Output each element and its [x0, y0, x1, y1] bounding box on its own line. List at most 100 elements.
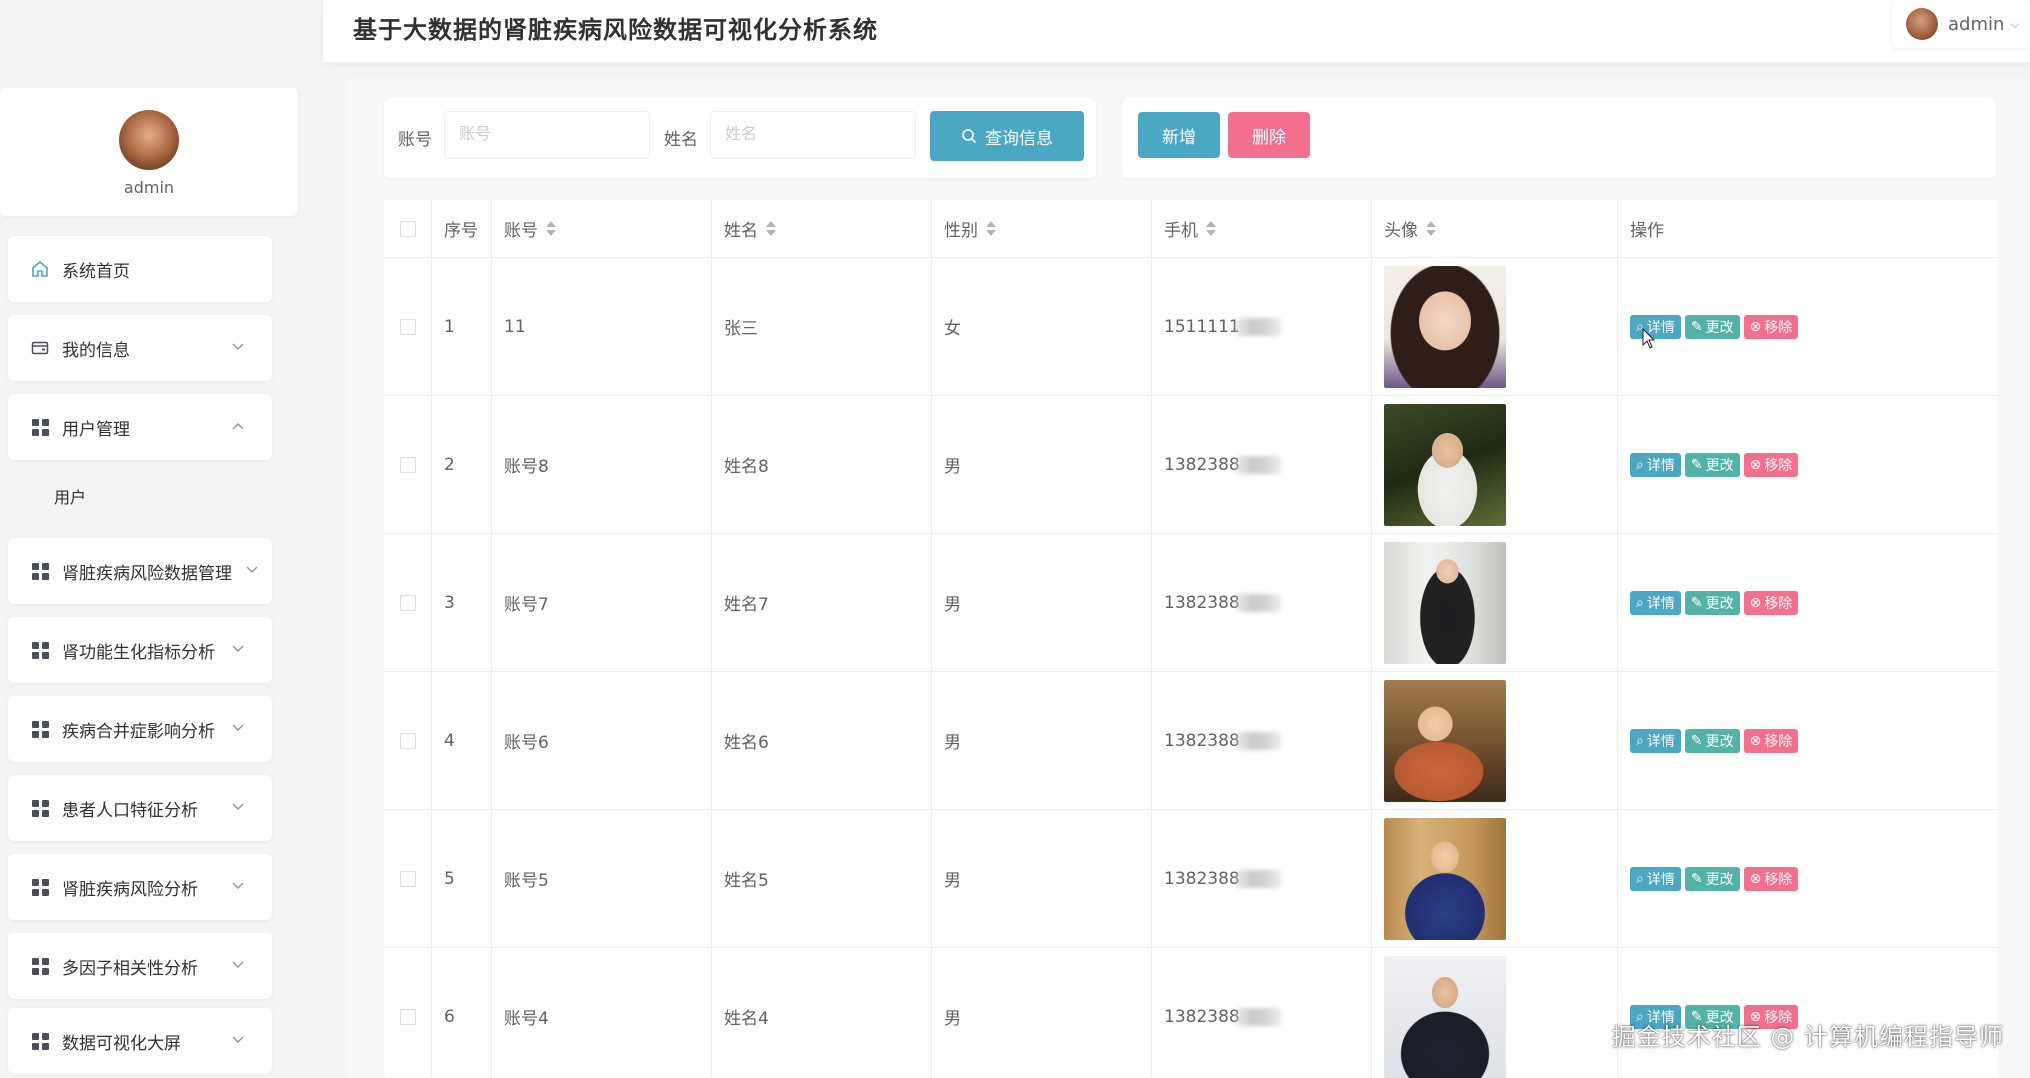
chevron-down-icon [228, 639, 248, 659]
sidebar-item-label: 数据可视化大屏 [62, 1033, 181, 1054]
profile-name: admin [123, 178, 175, 197]
row-phone-cell: 1382388 [1152, 948, 1372, 1078]
select-all-checkbox[interactable] [399, 220, 416, 237]
action-bar: 新增 删除 [1122, 98, 1996, 178]
sidebar-item-risk-data-mgmt[interactable]: 肾脏疾病风险数据管理 [8, 538, 272, 604]
profile-avatar [119, 110, 179, 170]
edit-icon: ✎ [1690, 870, 1703, 887]
phone-redaction [1233, 317, 1282, 336]
column-header-avatar[interactable]: 头像 [1372, 200, 1618, 257]
row-avatar-cell [1372, 672, 1618, 809]
user-photo [1384, 817, 1506, 940]
sidebar-item-label: 我的信息 [62, 340, 130, 361]
sort-icon[interactable] [766, 221, 776, 236]
column-header-phone[interactable]: 手机 [1152, 200, 1372, 257]
edit-button[interactable]: ✎ 更改 [1684, 452, 1740, 477]
grid-icon [30, 956, 50, 976]
row-ops: ⌕ 详情 ✎ 更改 ⊗ 移除 [1618, 534, 1998, 671]
view-detail-button[interactable]: ⌕ 详情 [1630, 590, 1681, 615]
row-select-cell [384, 810, 432, 947]
row-ops: ⌕ 详情 ✎ 更改 ⊗ 移除 [1618, 810, 1998, 947]
delete-button[interactable]: 删除 [1228, 112, 1310, 158]
row-phone-cell: 1382388 [1152, 810, 1372, 947]
query-button-label: 查询信息 [985, 128, 1053, 149]
row-phone-cell: 1382388 [1152, 534, 1372, 671]
user-menu[interactable]: admin ⌵ [1892, 0, 2030, 48]
watermark: 掘金技术社区 @ 计算机编程指导师 [1611, 1023, 2004, 1051]
sort-icon[interactable] [1206, 221, 1216, 236]
sidebar-item-correlation[interactable]: 多因子相关性分析 [8, 933, 272, 999]
phone-redaction [1233, 1007, 1282, 1026]
row-gender: 男 [932, 396, 1152, 533]
column-header-account[interactable]: 账号 [492, 200, 712, 257]
edit-button[interactable]: ✎ 更改 [1684, 314, 1740, 339]
sidebar-item-renal-biochem[interactable]: 肾功能生化指标分析 [8, 617, 272, 683]
user-photo [1384, 403, 1506, 526]
remove-button[interactable]: ⊗ 移除 [1743, 590, 1799, 615]
row-checkbox[interactable] [399, 732, 416, 749]
close-circle-icon: ⊗ [1749, 732, 1762, 749]
sidebar-item-user-mgmt[interactable]: 用户管理 [8, 394, 272, 460]
close-circle-icon: ⊗ [1749, 456, 1762, 473]
view-detail-label: 详情 [1646, 595, 1675, 612]
edit-label: 更改 [1705, 319, 1734, 336]
sidebar-item-my-info[interactable]: 我的信息 [8, 315, 272, 381]
remove-label: 移除 [1764, 733, 1793, 750]
sidebar-item-label: 肾脏疾病风险分析 [62, 879, 198, 900]
row-checkbox[interactable] [399, 456, 416, 473]
row-checkbox[interactable] [399, 318, 416, 335]
row-name: 姓名4 [712, 948, 932, 1078]
row-ops: ⌕ 详情 ✎ 更改 ⊗ 移除 [1618, 258, 1998, 395]
sort-icon[interactable] [1426, 221, 1436, 236]
row-phone: 1382388 [1164, 1006, 1240, 1027]
sidebar-subitem-user[interactable]: 用户 [8, 468, 272, 524]
remove-button[interactable]: ⊗ 移除 [1743, 728, 1799, 753]
chevron-down-icon [242, 560, 262, 580]
sidebar-item-risk-analysis[interactable]: 肾脏疾病风险分析 [8, 854, 272, 920]
grid-icon [30, 798, 50, 818]
remove-button[interactable]: ⊗ 移除 [1743, 866, 1799, 891]
row-index: 5 [432, 810, 492, 947]
phone-redaction [1233, 455, 1282, 474]
edit-button[interactable]: ✎ 更改 [1684, 590, 1740, 615]
page-title: 基于大数据的肾脏疾病风险数据可视化分析系统 [353, 16, 878, 44]
edit-icon: ✎ [1690, 456, 1703, 473]
row-account: 账号4 [492, 948, 712, 1078]
column-header-name[interactable]: 姓名 [712, 200, 932, 257]
add-button[interactable]: 新增 [1138, 112, 1220, 158]
row-index: 3 [432, 534, 492, 671]
sidebar-item-comorbidity[interactable]: 疾病合并症影响分析 [8, 696, 272, 762]
sidebar-item-home[interactable]: 系统首页 [8, 236, 272, 302]
row-phone: 1382388 [1164, 592, 1240, 613]
column-header-gender[interactable]: 性别 [932, 200, 1152, 257]
remove-button[interactable]: ⊗ 移除 [1743, 314, 1799, 339]
row-avatar-cell [1372, 396, 1618, 533]
row-checkbox[interactable] [399, 594, 416, 611]
user-photo [1384, 679, 1506, 802]
chevron-down-icon [228, 797, 248, 817]
name-search-input[interactable] [710, 111, 916, 159]
view-detail-button[interactable]: ⌕ 详情 [1630, 866, 1681, 891]
account-search-input[interactable] [444, 111, 650, 159]
row-checkbox[interactable] [399, 870, 416, 887]
name-label: 姓名 [664, 130, 698, 150]
row-account: 账号6 [492, 672, 712, 809]
search-form: 账号 姓名 查询信息 [384, 98, 1096, 178]
sidebar-item-dashboard[interactable]: 数据可视化大屏 [8, 1008, 272, 1074]
sidebar-item-label: 用户管理 [62, 419, 130, 440]
sort-icon[interactable] [986, 221, 996, 236]
edit-label: 更改 [1705, 595, 1734, 612]
edit-button[interactable]: ✎ 更改 [1684, 728, 1740, 753]
query-button[interactable]: 查询信息 [930, 111, 1084, 161]
row-checkbox[interactable] [399, 1008, 416, 1025]
chevron-down-icon [228, 1030, 248, 1050]
sidebar-item-demographics[interactable]: 患者人口特征分析 [8, 775, 272, 841]
view-detail-button[interactable]: ⌕ 详情 [1630, 452, 1681, 477]
view-detail-button[interactable]: ⌕ 详情 [1630, 728, 1681, 753]
home-icon [30, 259, 50, 279]
user-photo [1384, 955, 1506, 1078]
column-header-label: 手机 [1164, 221, 1198, 241]
remove-button[interactable]: ⊗ 移除 [1743, 452, 1799, 477]
sort-icon[interactable] [546, 221, 556, 236]
edit-button[interactable]: ✎ 更改 [1684, 866, 1740, 891]
